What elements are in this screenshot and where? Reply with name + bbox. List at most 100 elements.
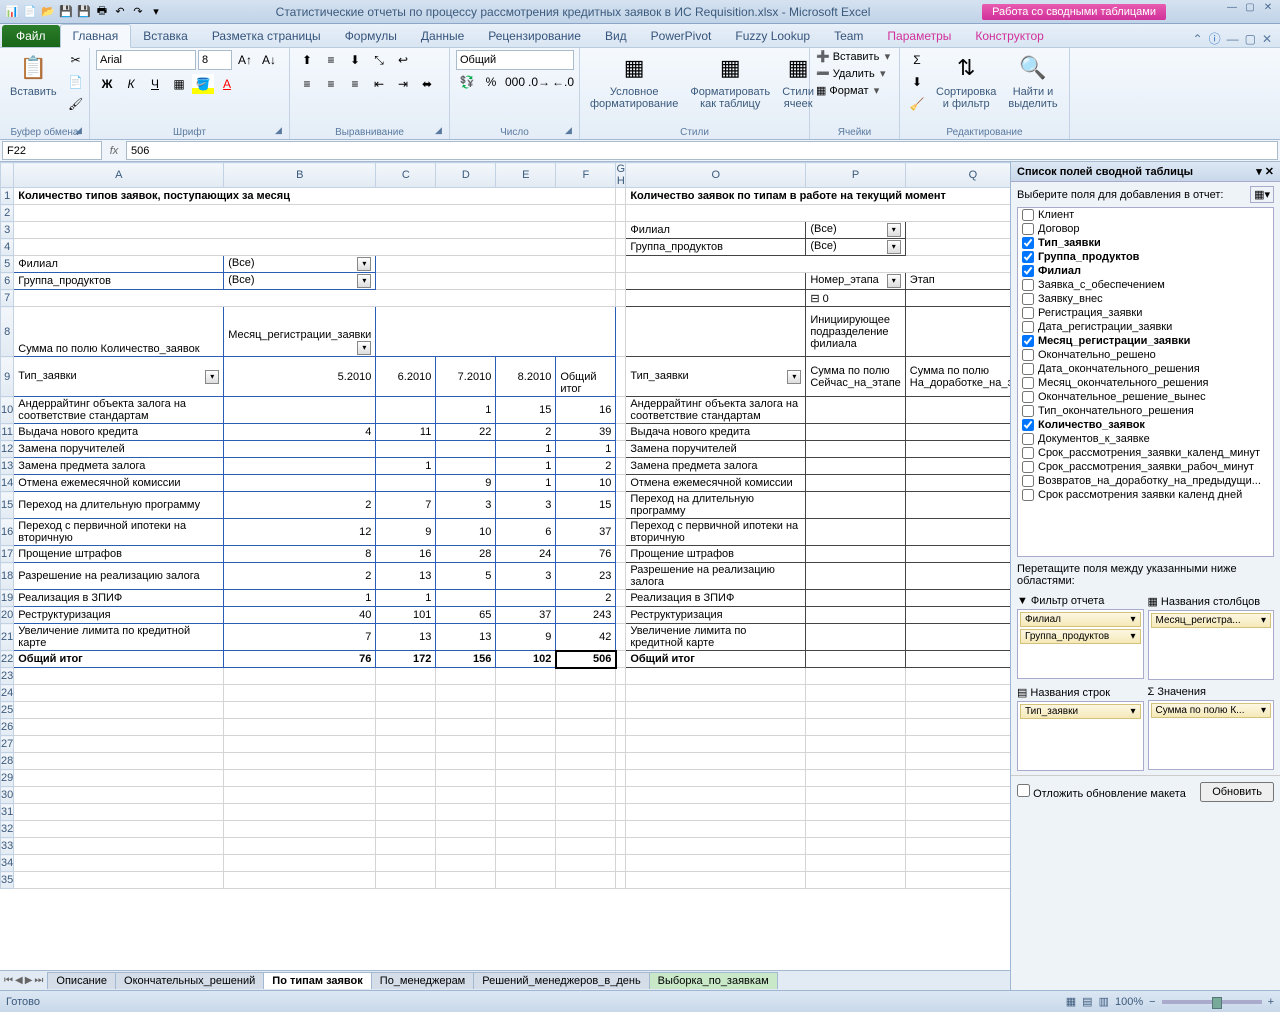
- format-cells-button[interactable]: ▦Формат▾: [816, 84, 881, 97]
- fill-color-icon[interactable]: 🪣: [192, 74, 214, 94]
- right-title[interactable]: Количество заявок по типам в работе на т…: [626, 188, 1010, 205]
- field-item[interactable]: Тип_заявки: [1018, 236, 1273, 250]
- find-select-button[interactable]: 🔍Найти и выделить: [1004, 50, 1061, 112]
- field-item[interactable]: Окончательное_решение_вынес: [1018, 390, 1273, 404]
- active-cell[interactable]: 506: [556, 651, 616, 668]
- filter-icon[interactable]: ▾: [357, 257, 371, 271]
- sheet-tab[interactable]: Описание: [47, 972, 116, 989]
- field-checkbox[interactable]: [1022, 419, 1034, 431]
- format-painter-icon[interactable]: 🖌: [65, 94, 87, 114]
- field-checkbox[interactable]: [1022, 433, 1034, 445]
- copy-icon[interactable]: 📄: [65, 72, 87, 92]
- font-launcher-icon[interactable]: ◢: [275, 125, 287, 137]
- tab-designer[interactable]: Конструктор: [963, 25, 1055, 47]
- row-label[interactable]: Замена поручителей: [14, 441, 224, 458]
- field-checkbox[interactable]: [1022, 461, 1034, 473]
- field-checkbox[interactable]: [1022, 363, 1034, 375]
- field-checkbox[interactable]: [1022, 321, 1034, 333]
- field-checkbox[interactable]: [1022, 237, 1034, 249]
- new-icon[interactable]: 📄: [22, 4, 38, 20]
- font-color-icon[interactable]: А: [216, 74, 238, 94]
- zoom-slider[interactable]: [1162, 1000, 1262, 1004]
- minimize-icon[interactable]: —: [1224, 2, 1240, 16]
- row-label[interactable]: Увеличение лимита по кредитной карте: [14, 624, 224, 651]
- row-label[interactable]: Андеррайтинг объекта залога на соответст…: [14, 397, 224, 424]
- autosum-icon[interactable]: Σ: [906, 50, 928, 70]
- tab-home[interactable]: Главная: [60, 24, 132, 48]
- sheet-tab[interactable]: Окончательных_решений: [115, 972, 264, 989]
- doc-close-icon[interactable]: ✕: [1262, 32, 1272, 46]
- pivot-close-icon[interactable]: ▾ ✕: [1256, 165, 1274, 178]
- field-item[interactable]: Возвратов_на_доработку_на_предыдущи...: [1018, 474, 1273, 488]
- zone-item[interactable]: Тип_заявки▾: [1020, 704, 1141, 719]
- row-label[interactable]: Выдача нового кредита: [14, 424, 224, 441]
- indent-dec-icon[interactable]: ⇤: [368, 74, 390, 94]
- clear-icon[interactable]: 🧹: [906, 94, 928, 114]
- fx-icon[interactable]: fx: [104, 140, 124, 161]
- last-sheet-icon[interactable]: ⏭: [34, 975, 43, 986]
- qat-more-icon[interactable]: ▾: [148, 4, 164, 20]
- col-F[interactable]: F: [556, 163, 616, 188]
- indent-inc-icon[interactable]: ⇥: [392, 74, 414, 94]
- col-G[interactable]: G H: [616, 163, 626, 188]
- col-E[interactable]: E: [496, 163, 556, 188]
- zone-item[interactable]: Филиал▾: [1020, 612, 1141, 627]
- insert-cells-button[interactable]: ➕Вставить▾: [816, 50, 892, 63]
- row-label[interactable]: Прощение штрафов: [14, 546, 224, 563]
- grid-scroll[interactable]: A B C D E F G H O P Q R 1 Количество тип…: [0, 162, 1010, 970]
- col-Q[interactable]: Q: [905, 163, 1010, 188]
- first-sheet-icon[interactable]: ⏮: [4, 975, 13, 986]
- field-checkbox[interactable]: [1022, 223, 1034, 235]
- zoom-out-icon[interactable]: −: [1149, 996, 1155, 1008]
- prev-sheet-icon[interactable]: ◀: [15, 975, 23, 986]
- col-D[interactable]: D: [436, 163, 496, 188]
- save-icon[interactable]: 💾: [58, 4, 74, 20]
- field-checkbox[interactable]: [1022, 349, 1034, 361]
- field-item[interactable]: Количество_заявок: [1018, 418, 1273, 432]
- row-label[interactable]: Замена предмета залога: [14, 458, 224, 475]
- align-center-icon[interactable]: ≡: [320, 74, 342, 94]
- row-label[interactable]: Реструктуризация: [14, 607, 224, 624]
- defer-checkbox[interactable]: Отложить обновление макета: [1017, 784, 1186, 800]
- field-checkbox[interactable]: [1022, 293, 1034, 305]
- field-item[interactable]: Дата_окончательного_решения: [1018, 362, 1273, 376]
- filter-icon[interactable]: ▾: [357, 274, 371, 288]
- view-layout-icon[interactable]: ▤: [1082, 995, 1092, 1008]
- align-right-icon[interactable]: ≡: [344, 74, 366, 94]
- field-item[interactable]: Срок_рассмотрения_заявки_рабоч_минут: [1018, 460, 1273, 474]
- col-C[interactable]: C: [376, 163, 436, 188]
- left-title[interactable]: Количество типов заявок, поступающих за …: [14, 188, 616, 205]
- field-checkbox[interactable]: [1022, 279, 1034, 291]
- sheet-tab[interactable]: По типам заявок: [263, 972, 372, 989]
- row-label[interactable]: Отмена ежемесячной комиссии: [14, 475, 224, 492]
- field-checkbox[interactable]: [1022, 209, 1034, 221]
- col-A[interactable]: A: [14, 163, 224, 188]
- field-item[interactable]: Срок рассмотрения заявки календ дней: [1018, 488, 1273, 502]
- cond-format-button[interactable]: ▦Условное форматирование: [586, 50, 682, 112]
- field-checkbox[interactable]: [1022, 251, 1034, 263]
- close-icon[interactable]: ✕: [1260, 2, 1276, 16]
- filter-icon[interactable]: ▾: [787, 370, 801, 384]
- open-icon[interactable]: 📂: [40, 4, 56, 20]
- field-item[interactable]: Регистрация_заявки: [1018, 306, 1273, 320]
- field-item[interactable]: Дата_регистрации_заявки: [1018, 320, 1273, 334]
- border-icon[interactable]: ▦: [168, 74, 190, 94]
- italic-icon[interactable]: К: [120, 74, 142, 94]
- field-item[interactable]: Клиент: [1018, 208, 1273, 222]
- merge-icon[interactable]: ⬌: [416, 74, 438, 94]
- zone-item[interactable]: Группа_продуктов▾: [1020, 629, 1141, 644]
- view-normal-icon[interactable]: ▦: [1066, 995, 1076, 1008]
- row-label[interactable]: Переход с первичной ипотеки на вторичную: [14, 519, 224, 546]
- sort-filter-button[interactable]: ⇅Сортировка и фильтр: [932, 50, 1000, 112]
- number-launcher-icon[interactable]: ◢: [565, 125, 577, 137]
- tab-view[interactable]: Вид: [593, 25, 639, 47]
- filter-icon[interactable]: ▾: [887, 274, 901, 288]
- field-checkbox[interactable]: [1022, 405, 1034, 417]
- row-label[interactable]: Переход на длительную программу: [14, 492, 224, 519]
- layout-options-icon[interactable]: ▦▾: [1250, 186, 1274, 203]
- print-icon[interactable]: 🖶: [94, 4, 110, 20]
- help-icon[interactable]: ⓘ: [1209, 30, 1221, 47]
- field-item[interactable]: Срок_рассмотрения_заявки_календ_минут: [1018, 446, 1273, 460]
- pivot-field-list[interactable]: КлиентДоговорТип_заявкиГруппа_продуктовФ…: [1017, 207, 1274, 557]
- tab-data[interactable]: Данные: [409, 25, 476, 47]
